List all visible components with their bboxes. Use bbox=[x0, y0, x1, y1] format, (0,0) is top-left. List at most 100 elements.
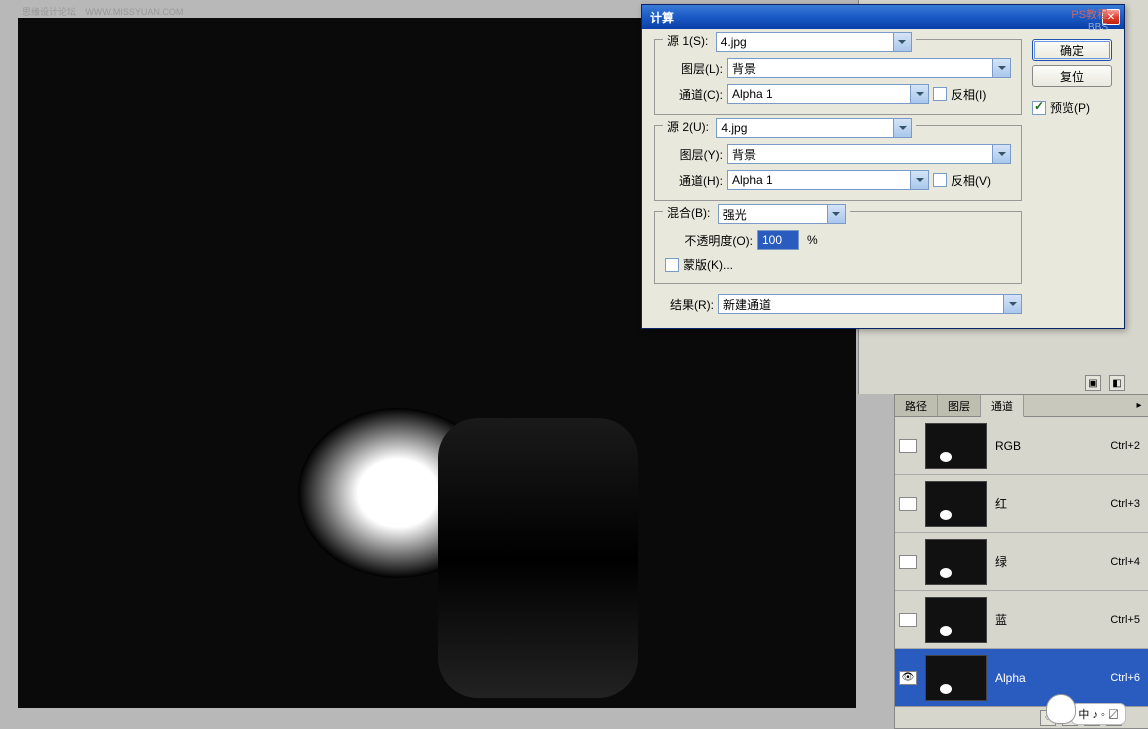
chevron-down-icon bbox=[1003, 295, 1021, 313]
image-subject bbox=[438, 418, 638, 698]
source2-group-label: 源 2(U): 4.jpg bbox=[663, 118, 916, 138]
chevron-down-icon bbox=[992, 59, 1010, 77]
panel-menu-icon[interactable] bbox=[1130, 395, 1148, 416]
channel-thumbnail[interactable] bbox=[925, 423, 987, 469]
source1-group-label: 源 1(S): 4.jpg bbox=[663, 32, 916, 52]
dialog-buttons: 确定 复位 预览(P) bbox=[1032, 39, 1112, 314]
ime-text: 中 ♪ ◦ 〼 bbox=[1078, 706, 1119, 722]
tab-paths[interactable]: 路径 bbox=[895, 395, 938, 416]
channel-list: RGB Ctrl+2 红 Ctrl+3 绿 Ctrl+4 蓝 Ctrl+5 👁 Alpha Ctrl… bbox=[895, 417, 1148, 707]
channels-panel: 路径 图层 通道 RGB Ctrl+2 红 Ctrl+3 绿 Ctrl+4 蓝 Ctrl+5 👁… bbox=[894, 394, 1148, 729]
ok-button[interactable]: 确定 bbox=[1032, 39, 1112, 61]
dialog-title: 计算 bbox=[650, 9, 1102, 26]
channel2-label: 通道(H): bbox=[665, 172, 723, 189]
chevron-down-icon bbox=[910, 85, 928, 103]
watermark-right-sub: BBS bbox=[1071, 22, 1108, 33]
visibility-icon[interactable] bbox=[899, 439, 917, 453]
invert2-label: 反相(V) bbox=[951, 172, 991, 189]
source2-group: 源 2(U): 4.jpg 图层(Y): 背景 通道(H): Alpha 1 bbox=[654, 125, 1022, 201]
watermark-left-sub: WWW.MISSYUAN.COM bbox=[85, 7, 183, 17]
blend-group: 混合(B): 强光 不透明度(O): % 蒙版(K)... bbox=[654, 211, 1022, 284]
layer2-value: 背景 bbox=[732, 146, 756, 163]
channel-shortcut: Ctrl+6 bbox=[1110, 672, 1140, 684]
channel-shortcut: Ctrl+4 bbox=[1110, 556, 1140, 568]
visibility-icon[interactable]: 👁 bbox=[899, 671, 917, 685]
result-value: 新建通道 bbox=[723, 296, 771, 313]
chevron-down-icon bbox=[992, 145, 1010, 163]
channel-shortcut: Ctrl+5 bbox=[1110, 614, 1140, 626]
invert2-checkbox[interactable] bbox=[933, 173, 947, 187]
channel-row[interactable]: 蓝 Ctrl+5 bbox=[895, 591, 1148, 649]
tab-channels[interactable]: 通道 bbox=[981, 395, 1024, 417]
source2-value: 4.jpg bbox=[721, 121, 747, 135]
layer1-label: 图层(L): bbox=[665, 60, 723, 77]
calculations-dialog: 计算 ✕ 源 1(S): 4.jpg 图层(L): 背景 bbox=[641, 4, 1125, 329]
layer2-label: 图层(Y): bbox=[665, 146, 723, 163]
channel1-label: 通道(C): bbox=[665, 86, 723, 103]
source1-label: 源 1(S): bbox=[667, 34, 708, 48]
result-label: 结果(R): bbox=[654, 296, 714, 313]
blend-group-label: 混合(B): 强光 bbox=[663, 204, 850, 224]
watermark-right-main: PS教程 bbox=[1071, 6, 1108, 22]
invert1-label: 反相(I) bbox=[951, 86, 986, 103]
channel1-combo[interactable]: Alpha 1 bbox=[727, 84, 929, 104]
preview-label: 预览(P) bbox=[1050, 99, 1090, 116]
channel-thumbnail[interactable] bbox=[925, 597, 987, 643]
channel-name: 红 bbox=[995, 495, 1102, 512]
source1-value: 4.jpg bbox=[721, 35, 747, 49]
source1-group: 源 1(S): 4.jpg 图层(L): 背景 通道(C): Alpha 1 bbox=[654, 39, 1022, 115]
dialog-titlebar[interactable]: 计算 ✕ bbox=[642, 5, 1124, 29]
layer2-combo[interactable]: 背景 bbox=[727, 144, 1011, 164]
visibility-icon[interactable] bbox=[899, 497, 917, 511]
reset-button[interactable]: 复位 bbox=[1032, 65, 1112, 87]
channel-row[interactable]: RGB Ctrl+2 bbox=[895, 417, 1148, 475]
layer1-combo[interactable]: 背景 bbox=[727, 58, 1011, 78]
channel-thumbnail[interactable] bbox=[925, 539, 987, 585]
panel-icon-2[interactable]: ◧ bbox=[1109, 375, 1125, 391]
invert1-check[interactable]: 反相(I) bbox=[933, 86, 986, 103]
channel2-combo[interactable]: Alpha 1 bbox=[727, 170, 929, 190]
source1-combo[interactable]: 4.jpg bbox=[716, 32, 912, 52]
chevron-down-icon bbox=[893, 119, 911, 137]
channel-row[interactable]: 红 Ctrl+3 bbox=[895, 475, 1148, 533]
mask-check[interactable]: 蒙版(K)... bbox=[665, 256, 733, 273]
channel-shortcut: Ctrl+2 bbox=[1110, 440, 1140, 452]
preview-checkbox[interactable] bbox=[1032, 101, 1046, 115]
watermark-left-main: 思缘设计论坛 bbox=[22, 7, 76, 17]
chevron-down-icon bbox=[893, 33, 911, 51]
channel-shortcut: Ctrl+3 bbox=[1110, 498, 1140, 510]
opacity-input[interactable] bbox=[757, 230, 799, 250]
source2-combo[interactable]: 4.jpg bbox=[716, 118, 912, 138]
ime-indicator[interactable]: 中 ♪ ◦ 〼 bbox=[1071, 703, 1126, 725]
panel-icon-1[interactable]: ▣ bbox=[1085, 375, 1101, 391]
channel-row[interactable]: 👁 Alpha Ctrl+6 bbox=[895, 649, 1148, 707]
chevron-down-icon bbox=[827, 205, 845, 223]
watermark-right: PS教程 BBS bbox=[1071, 6, 1108, 33]
channel-row[interactable]: 绿 Ctrl+4 bbox=[895, 533, 1148, 591]
invert1-checkbox[interactable] bbox=[933, 87, 947, 101]
preview-check[interactable]: 预览(P) bbox=[1032, 99, 1112, 116]
channel-thumbnail[interactable] bbox=[925, 655, 987, 701]
result-row: 结果(R): 新建通道 bbox=[654, 294, 1022, 314]
blend-combo[interactable]: 强光 bbox=[718, 204, 846, 224]
source2-label: 源 2(U): bbox=[667, 120, 709, 134]
layer1-value: 背景 bbox=[732, 60, 756, 77]
channel1-value: Alpha 1 bbox=[732, 87, 773, 101]
result-combo[interactable]: 新建通道 bbox=[718, 294, 1022, 314]
visibility-icon[interactable] bbox=[899, 613, 917, 627]
channel2-value: Alpha 1 bbox=[732, 173, 773, 187]
visibility-icon[interactable] bbox=[899, 555, 917, 569]
channel-thumbnail[interactable] bbox=[925, 481, 987, 527]
blend-value: 强光 bbox=[723, 206, 747, 223]
tab-layers[interactable]: 图层 bbox=[938, 395, 981, 416]
panel-iconbar: ▣ ◧ bbox=[1082, 372, 1128, 394]
opacity-percent: % bbox=[807, 233, 818, 247]
opacity-label: 不透明度(O): bbox=[665, 232, 753, 249]
panel-tabs: 路径 图层 通道 bbox=[895, 395, 1148, 417]
channel-name: 绿 bbox=[995, 553, 1102, 570]
channel-name: Alpha bbox=[995, 671, 1102, 685]
channel-name: RGB bbox=[995, 439, 1102, 453]
invert2-check[interactable]: 反相(V) bbox=[933, 172, 991, 189]
mask-checkbox[interactable] bbox=[665, 258, 679, 272]
channel-name: 蓝 bbox=[995, 611, 1102, 628]
